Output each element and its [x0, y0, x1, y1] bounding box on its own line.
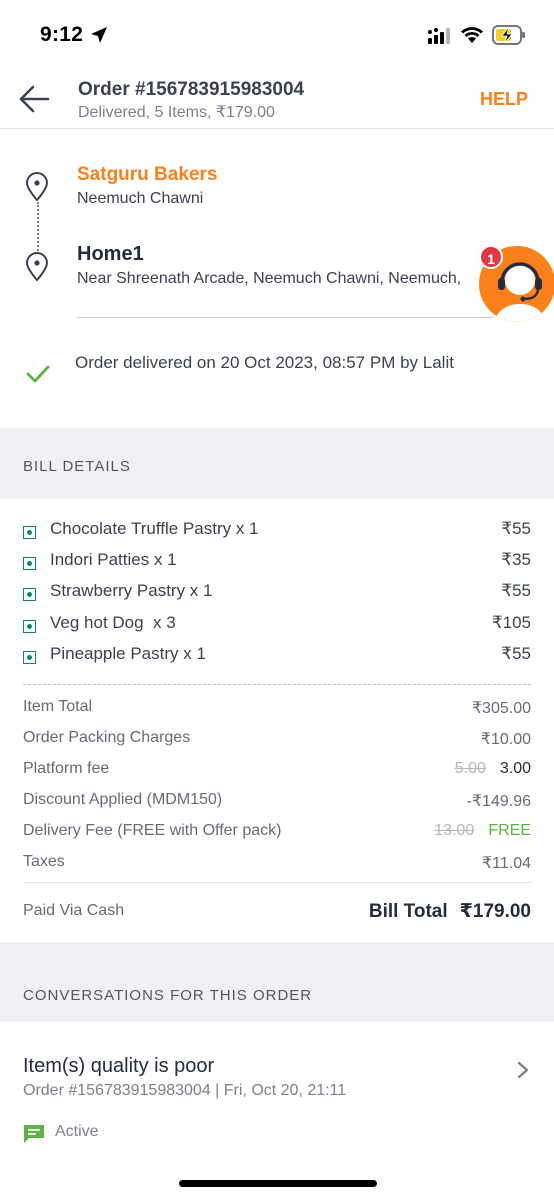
divider: [23, 684, 531, 685]
bill-item: Veg hot Dog x 3 ₹105: [0, 613, 554, 644]
charge-label: Taxes: [23, 853, 65, 870]
map-pin-icon: [25, 252, 49, 282]
bill-item: Indori Patties x 1 ₹35: [0, 550, 554, 581]
map-pin-icon: [25, 172, 49, 202]
veg-icon: [23, 526, 36, 539]
restaurant-name[interactable]: Satguru Bakers: [77, 164, 217, 186]
status-bar: 9:12: [0, 0, 554, 70]
section-label: BILL DETAILS: [23, 458, 131, 475]
restaurant-area: Neemuch Chawni: [77, 190, 204, 207]
delivery-address: Near Shreenath Arcade, Neemuch Chawni, N…: [77, 270, 462, 287]
divider: [77, 317, 517, 318]
item-name: Veg hot Dog x 3: [50, 613, 176, 632]
item-price: ₹55: [501, 519, 531, 538]
delivery-route: Satguru Bakers Neemuch Chawni Home1 Near…: [0, 129, 554, 428]
charge-value: -₹149.96: [466, 793, 531, 810]
delivery-fee-row: Delivery Fee (FREE with Offer pack) 13.0…: [0, 822, 554, 850]
conversation-title[interactable]: Item(s) quality is poor: [23, 1055, 214, 1078]
final-price: 3.00: [499, 760, 531, 777]
bill-total: Bill Total ₹179.00: [369, 900, 531, 923]
location-arrow-icon: [91, 27, 107, 43]
bill-total-label: Bill Total: [368, 901, 448, 922]
item-name: Strawberry Pastry x 1: [50, 581, 213, 600]
chat-icon: [24, 1125, 44, 1143]
order-title: Order #156783915983004: [78, 79, 305, 100]
veg-icon: [23, 557, 36, 570]
charge-value: ₹305.00: [471, 700, 531, 717]
wifi-icon: [461, 27, 483, 43]
bill-item: Pineapple Pastry x 1 ₹55: [0, 644, 554, 675]
delivery-address-label: Home1: [77, 243, 144, 265]
bill-details-header: BILL DETAILS: [0, 428, 554, 499]
original-price: 5.00: [454, 760, 486, 777]
charge-value: ₹10.00: [480, 731, 531, 748]
divider: [23, 882, 531, 883]
order-summary: Delivered, 5 Items, ₹179.00: [78, 104, 275, 121]
chevron-right-icon[interactable]: [516, 1061, 530, 1079]
veg-icon: [23, 651, 36, 664]
home-indicator[interactable]: [179, 1180, 377, 1187]
payment-method: Paid Via Cash: [23, 902, 125, 919]
discount-row: Discount Applied (MDM150) -₹149.96: [0, 791, 554, 819]
packing-charges-row: Order Packing Charges ₹10.00: [0, 729, 554, 757]
bill-item: Strawberry Pastry x 1 ₹55: [0, 581, 554, 612]
charge-label: Item Total: [23, 698, 93, 715]
charge-label: Delivery Fee (FREE with Offer pack): [23, 822, 282, 839]
charge-label: Discount Applied (MDM150): [23, 791, 223, 808]
veg-icon: [23, 588, 36, 601]
notification-badge: 1: [479, 245, 503, 269]
back-arrow-icon[interactable]: [18, 84, 52, 114]
final-price: FREE: [488, 822, 531, 839]
item-price: ₹55: [501, 581, 531, 600]
veg-icon: [23, 620, 36, 633]
item-price: ₹55: [501, 644, 531, 663]
item-price: ₹105: [491, 613, 531, 632]
charge-value: ₹11.04: [481, 855, 531, 872]
taxes-row: Taxes ₹11.04: [0, 853, 554, 881]
item-name: Pineapple Pastry x 1: [50, 644, 206, 663]
conversations-header: CONVERSATIONS FOR THIS ORDER: [0, 942, 554, 1022]
charge-label: Platform fee: [23, 760, 110, 777]
signal-icon: [428, 28, 450, 44]
platform-fee-row: Platform fee 5.00 3.00: [0, 760, 554, 788]
charge-label: Order Packing Charges: [23, 729, 191, 746]
conversation-subtitle: Order #156783915983004 | Fri, Oct 20, 21…: [23, 1082, 347, 1099]
battery-charging-icon: [492, 25, 525, 45]
item-total-row: Item Total ₹305.00: [0, 698, 554, 726]
order-header: Order #156783915983004 Delivered, 5 Item…: [0, 70, 554, 129]
item-price: ₹35: [501, 550, 531, 569]
item-name: Indori Patties x 1: [50, 550, 177, 569]
bill-item: Chocolate Truffle Pastry x 1 ₹55: [0, 519, 554, 550]
delivery-status-text: Order delivered on 20 Oct 2023, 08:57 PM…: [75, 353, 454, 372]
charge-value: 5.00 3.00: [455, 760, 531, 778]
original-price: 13.00: [434, 822, 475, 839]
route-connector: [37, 202, 39, 254]
charge-value: 13.00 FREE: [434, 822, 531, 840]
bill-total-value: ₹179.00: [459, 901, 531, 922]
item-name: Chocolate Truffle Pastry x 1: [50, 519, 259, 538]
check-icon: [26, 365, 50, 383]
status-time: 9:12: [40, 23, 84, 46]
conversation-status: Active: [55, 1123, 99, 1140]
section-label: CONVERSATIONS FOR THIS ORDER: [23, 987, 313, 1004]
help-button[interactable]: HELP: [480, 89, 528, 110]
